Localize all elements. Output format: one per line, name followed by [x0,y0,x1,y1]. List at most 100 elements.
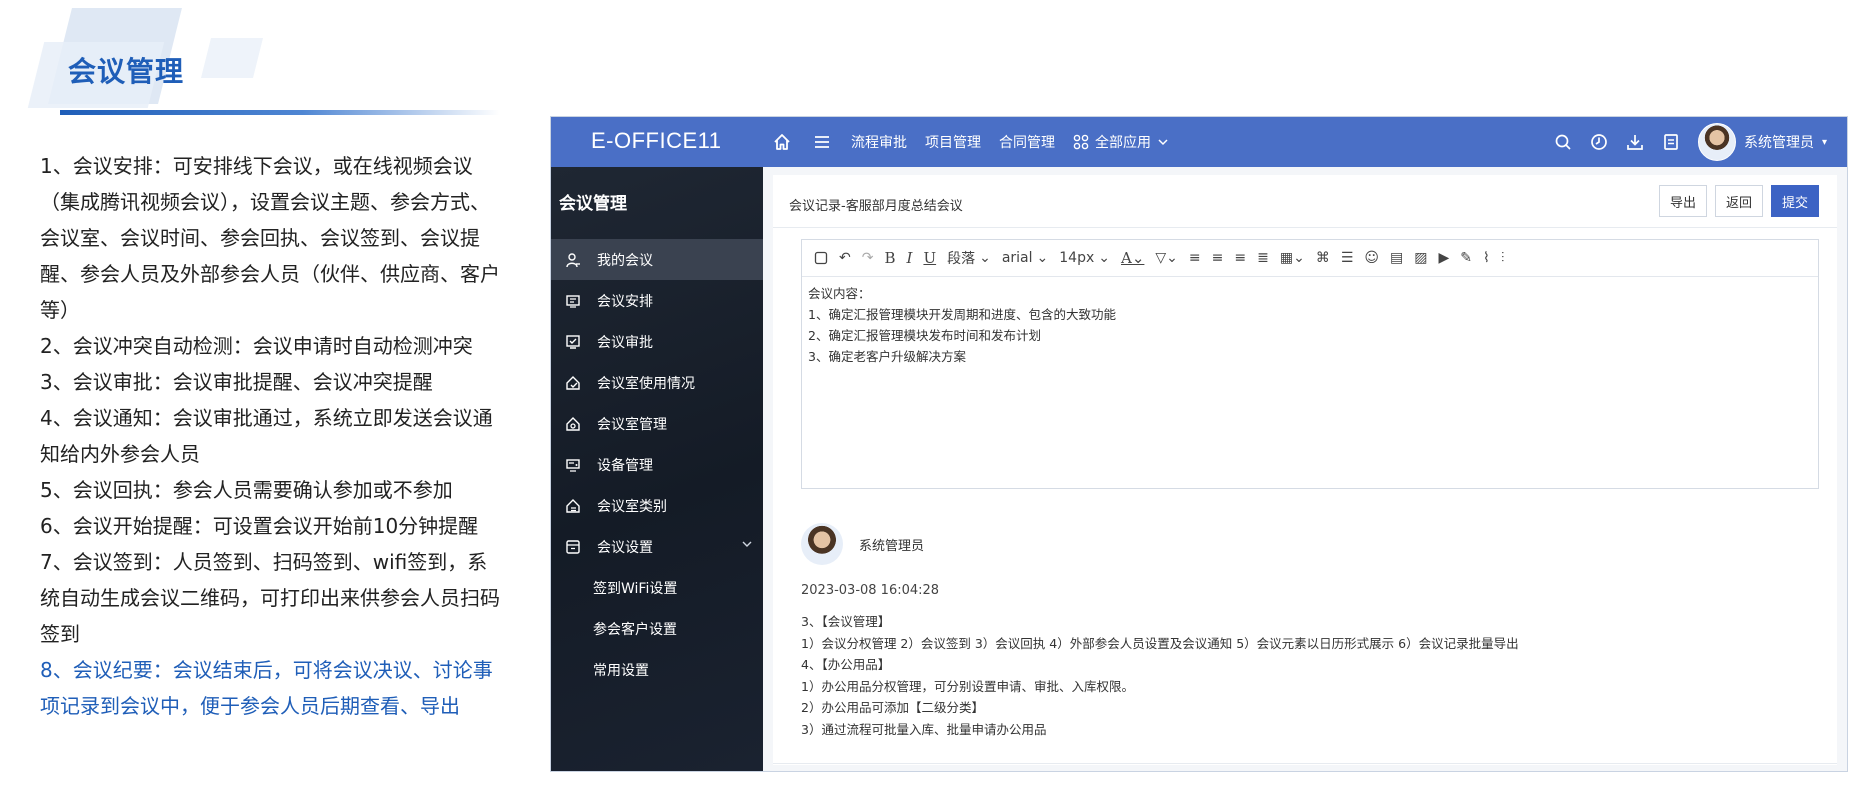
sidebar-item-approval[interactable]: 会议审批 [551,321,763,362]
sidebar-item-label: 设备管理 [597,457,653,474]
attachment-icon[interactable]: ⌇ [1483,250,1490,266]
user-menu[interactable]: 系统管理员 ▾ [1697,123,1827,161]
sidebar-item-my-meetings[interactable]: 我的会议 [551,239,763,280]
sidebar-menu: 我的会议 会议安排 会议审批 会议室使用情况 会议室管理 设备管理 会议室类别 … [551,239,763,690]
image-icon[interactable]: ▨ [1414,250,1427,266]
size-label: 14px [1059,250,1095,266]
export-button[interactable]: 导出 [1658,185,1707,217]
log-line: 2）办公用品可添加【二级分类】 [801,700,984,715]
action-buttons: 导出 返回 提交 [1658,185,1819,217]
search-icon[interactable] [1554,133,1572,151]
feature-item: 2、会议冲突自动检测：会议申请时自动检测冲突 [40,334,473,358]
document-icon[interactable] [1662,133,1680,151]
feature-item-highlight: 8、会议纪要：会议结束后，可将会议决议、讨论事项记录到会议中，便于参会人员后期查… [40,658,493,718]
font-select[interactable]: arial ⌄ [1002,250,1048,266]
app-logo[interactable]: E-OFFICE11 [591,128,722,154]
font-label: arial [1001,250,1033,266]
user-icon [563,250,583,270]
log-line: 3）通过流程可批量入库、批量申请办公用品 [801,721,1047,737]
signature-icon[interactable]: ✎ [1460,250,1472,266]
all-apps-label: 全部应用 [1095,135,1151,151]
home-icon[interactable] [771,131,793,153]
log-line: 1）办公用品分权管理，可分别设置申请、审批、入库权限。 [801,678,1134,694]
app-window: E-OFFICE11 流程审批 项目管理 合同管理 全部应用 系统管理员 ▾ 会… [550,116,1848,772]
video-icon[interactable]: ▶ [1438,250,1449,266]
size-select[interactable]: 14px ⌄ [1059,250,1110,266]
editor-line: 3、确定老客户升级解决方案 [808,349,966,364]
editor-content[interactable]: 会议内容： 1、确定汇报管理模块开发周期和进度、包含的大致功能 2、确定汇报管理… [802,277,1818,373]
nav-item-project[interactable]: 项目管理 [925,132,981,152]
page-title: 会议管理 [68,55,185,88]
download-icon[interactable] [1626,133,1644,151]
chevron-down-icon: ⌄ [1036,250,1049,266]
feature-description: 1、会议安排：可安排线下会议，或在线视频会议（集成腾讯视频会议），设置会议主题、… [40,148,500,724]
top-right-actions: 系统管理员 ▾ [1554,117,1827,167]
sidebar-item-room-category[interactable]: 会议室类别 [551,485,763,526]
author-name: 系统管理员 [859,538,925,554]
menu-icon[interactable] [811,131,833,153]
highlight-icon[interactable]: ▽⌄ [1155,250,1178,266]
underline-icon[interactable]: U [923,249,936,267]
feature-item: 5、会议回执：参会人员需要确认参加或不参加 [40,478,453,502]
redo-icon[interactable]: ↷ [862,250,874,266]
align-center-icon[interactable]: ≡ [1234,250,1246,266]
sidebar-item-label: 会议设置 [597,539,653,556]
format-painter-icon[interactable]: ⌘ [1316,250,1330,266]
settings-box-icon [563,537,583,557]
editor-line: 1、确定汇报管理模块开发周期和进度、包含的大致功能 [808,307,1116,322]
nav-all-apps[interactable]: 全部应用 [1073,132,1169,152]
calendar-icon [563,291,583,311]
sidebar-subitem-client[interactable]: 参会客户设置 [551,608,763,649]
chevron-down-icon: ⌄ [1098,250,1110,266]
sidebar-item-label: 会议安排 [597,293,653,310]
caret-down-icon: ▾ [1821,136,1827,148]
editor-toolbar: ↶ ↷ B I U 段落 ⌄ arial ⌄ 14px ⌄ A⌄ ▽⌄ ≡ ≡ ≡ ≣… [802,240,1818,277]
feature-item: 6、会议开始提醒：可设置会议开始前10分钟提醒 [40,514,479,538]
editor-line: 会议内容： [808,286,871,301]
paragraph-select[interactable]: 段落 ⌄ [947,248,991,268]
align-left-icon[interactable]: ≡ [1189,250,1201,266]
room-manage-icon [563,414,583,434]
chart-icon[interactable]: ⫶ [1501,250,1505,266]
nav-item-contract[interactable]: 合同管理 [999,132,1055,152]
sidebar-item-room-manage[interactable]: 会议室管理 [551,403,763,444]
undo-icon[interactable]: ↶ [839,250,851,266]
sidebar-item-device[interactable]: 设备管理 [551,444,763,485]
top-nav: 流程审批 项目管理 合同管理 全部应用 [771,117,1169,167]
chevron-down-icon: ⌄ [979,250,991,266]
justify-icon[interactable]: ≣ [1257,250,1269,266]
header-decoration [201,38,263,78]
note-icon[interactable]: ▤ [1390,250,1403,266]
record-log: 3、【会议管理】 1）会议分权管理 2）会议签到 3）会议回执 4）外部参会人员… [801,611,1519,740]
list-icon[interactable]: ☰ [1341,250,1354,266]
feature-item: 3、会议审批：会议审批提醒、会议冲突提醒 [40,370,433,394]
nav-item-workflow[interactable]: 流程审批 [851,132,907,152]
source-icon[interactable] [814,251,828,265]
sidebar-subitem-common[interactable]: 常用设置 [551,649,763,690]
submit-button[interactable]: 提交 [1770,185,1819,217]
rich-text-editor[interactable]: ↶ ↷ B I U 段落 ⌄ arial ⌄ 14px ⌄ A⌄ ▽⌄ ≡ ≡ ≡ ≣… [801,239,1819,489]
chevron-down-icon [1158,139,1168,146]
italic-icon[interactable]: I [907,249,913,267]
breadcrumb: 会议记录-客服部月度总结会议 [789,199,963,214]
room-category-icon [563,496,583,516]
main-content: 会议记录-客服部月度总结会议 导出 返回 提交 ↶ ↷ B I U 段落 ⌄ ar… [763,167,1847,771]
sidebar-item-arrange[interactable]: 会议安排 [551,280,763,321]
user-name: 系统管理员 [1743,135,1814,151]
avatar [1697,123,1736,161]
align-right-icon[interactable]: ≡ [1212,250,1224,266]
sidebar-item-room-usage[interactable]: 会议室使用情况 [551,362,763,403]
sidebar-item-settings[interactable]: 会议设置 [551,526,763,567]
room-usage-icon [563,373,583,393]
device-icon [563,455,583,475]
clock-icon[interactable] [1590,133,1608,151]
table-icon[interactable]: ▦⌄ [1280,250,1305,266]
emoji-icon[interactable]: ☺ [1364,250,1379,266]
log-line: 1）会议分权管理 2）会议签到 3）会议回执 4）外部参会人员设置及会议通知 5… [801,635,1519,651]
bold-icon[interactable]: B [884,249,895,267]
sidebar-item-label: 会议室使用情况 [597,375,695,392]
sidebar-item-label: 会议室管理 [597,416,667,433]
sidebar-subitem-wifi[interactable]: 签到WiFi设置 [551,567,763,608]
back-button[interactable]: 返回 [1714,185,1763,217]
font-color-icon[interactable]: A⌄ [1121,249,1144,267]
